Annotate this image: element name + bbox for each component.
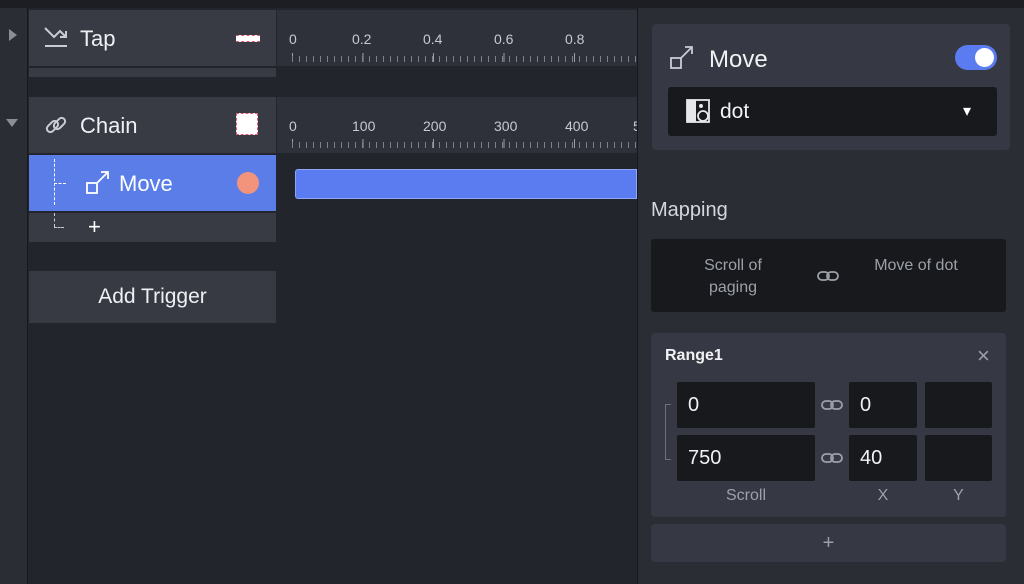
ruler-minor-ticks	[292, 142, 637, 148]
chain-link-icon	[45, 116, 67, 134]
timeline-track-bar[interactable]	[295, 169, 637, 199]
move-header-card: Move dot ▾	[652, 24, 1010, 150]
row-divider	[29, 68, 276, 77]
add-trigger-button[interactable]: Add Trigger	[29, 271, 276, 323]
layer-row-chain[interactable]: Chain	[29, 97, 276, 153]
tick-label: 0.6	[494, 31, 514, 47]
layer-label: Move	[119, 171, 173, 196]
move-icon	[670, 46, 693, 69]
chain-link-icon[interactable]	[821, 448, 843, 468]
inspector-title: Move	[709, 46, 768, 73]
x-end-input[interactable]: 40	[849, 435, 917, 481]
y-column-label: Y	[953, 487, 964, 504]
x-column-label: X	[877, 487, 889, 504]
tick-label: 400	[565, 118, 589, 134]
tick-label: 0.4	[423, 31, 443, 47]
color-swatch-line[interactable]	[236, 35, 260, 42]
chain-link-icon	[817, 271, 839, 281]
range-card: Range1 × 0 0 750 40 Scroll X Y	[651, 333, 1006, 517]
top-border	[0, 0, 1024, 8]
expand-triangle-icon[interactable]	[9, 29, 17, 41]
tick-label: 0.2	[352, 31, 372, 47]
tree-connector	[54, 183, 66, 184]
tree-connector	[54, 227, 64, 228]
scroll-start-input[interactable]: 0	[677, 382, 815, 428]
left-gutter	[0, 8, 28, 584]
mapping-target: Move of dot	[874, 257, 958, 274]
tick-label: 300	[494, 118, 518, 134]
enable-toggle[interactable]	[955, 45, 997, 70]
layer-label: Tap	[80, 26, 116, 51]
chain-link-icon[interactable]	[821, 395, 843, 415]
add-range-button[interactable]: +	[651, 524, 1006, 562]
layer-label: Chain	[80, 113, 138, 138]
ruler-minor-ticks	[292, 56, 637, 62]
tree-connector	[54, 213, 55, 227]
color-dot[interactable]	[237, 172, 259, 194]
scroll-end-input[interactable]: 750	[677, 435, 815, 481]
tick-label: 200	[423, 118, 447, 134]
layer-row-move[interactable]: Move	[29, 155, 276, 211]
tick-label: 100	[352, 118, 376, 134]
y-start-input[interactable]	[925, 382, 992, 428]
mapping-box[interactable]: Scroll of paging Move of dot	[651, 239, 1006, 312]
range-title: Range1	[665, 347, 723, 364]
add-layer-button[interactable]: +	[88, 214, 101, 240]
x-start-input[interactable]: 0	[849, 382, 917, 428]
scroll-column-label: Scroll	[725, 487, 766, 504]
image-layer-icon	[686, 99, 710, 123]
add-layer-row[interactable]: +	[29, 213, 276, 242]
y-end-input[interactable]	[925, 435, 992, 481]
layer-row-tap[interactable]: Tap	[29, 10, 276, 66]
collapse-triangle-icon[interactable]	[6, 119, 18, 127]
range-bracket	[665, 404, 671, 460]
tap-icon	[44, 27, 67, 47]
mapping-source: Scroll of paging	[704, 257, 762, 296]
timeline-ruler-tap[interactable]: 0 0.2 0.4 0.6 0.8	[277, 10, 637, 66]
tick-label: 0	[289, 118, 297, 134]
color-swatch-box[interactable]	[236, 113, 258, 135]
target-select[interactable]: dot ▾	[668, 87, 997, 136]
target-value: dot	[720, 100, 750, 123]
chevron-down-icon: ▾	[963, 103, 972, 120]
toggle-knob	[975, 48, 994, 67]
close-icon[interactable]: ×	[977, 343, 990, 369]
tree-connector	[54, 159, 55, 205]
mapping-heading: Mapping	[651, 199, 728, 221]
tick-label: 0.8	[565, 31, 585, 47]
timeline-ruler-chain[interactable]: 0 100 200 300 400 5	[277, 97, 637, 153]
tick-label: 0	[289, 31, 297, 47]
move-icon	[86, 171, 109, 194]
